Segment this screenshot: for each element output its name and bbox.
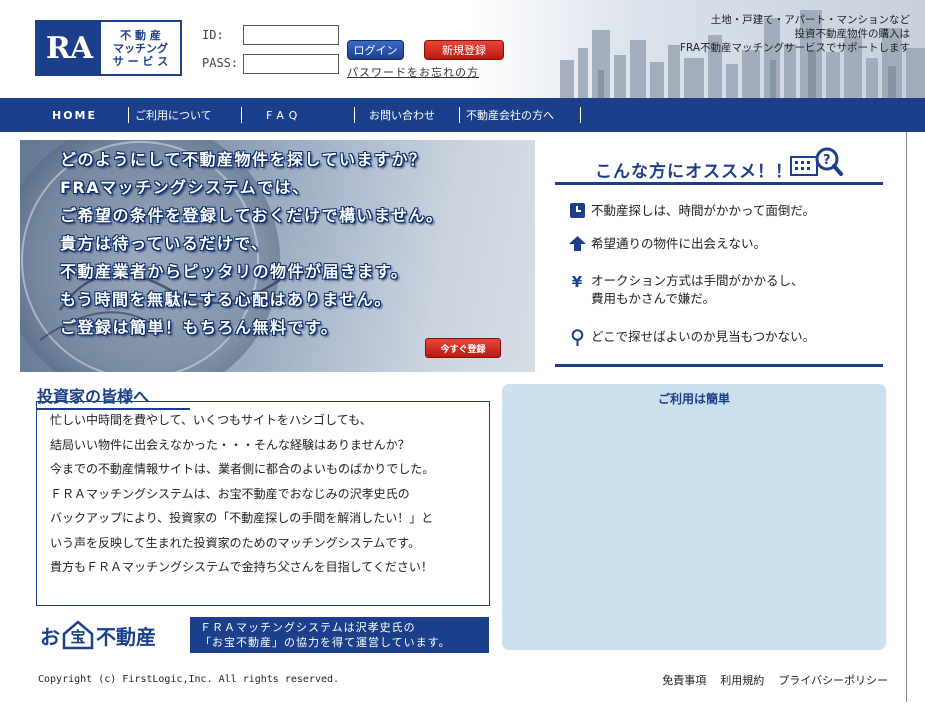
investor-message-line: 忙しい中時間を費やして、いくつもサイトをハシゴしても、 — [50, 413, 372, 427]
header-catchphrase: 土地・戸建て・アパート・マンションなど 投資不動産物件の購入は FRA不動産マッ… — [680, 13, 910, 55]
site-header: RA 不 動 産 マッチング サ ー ビ ス ID: PASS: ログイン 新規… — [0, 0, 925, 98]
hero-message-line: ご希望の条件を登録しておくだけで構いません。 — [60, 206, 444, 225]
hero-banner: どのようにして不動産物件を探していますか？ FRAマッチングシステムでは、 ご希… — [20, 140, 535, 372]
hero-message-line: ご登録は簡単！もちろん無料です。 — [60, 318, 339, 337]
recommend-item-text: 不動産探しは、時間がかかって面倒だ。 — [591, 203, 816, 218]
hero-message-line: どのようにして不動産物件を探していますか？ — [60, 150, 427, 169]
id-input[interactable] — [243, 25, 339, 45]
password-input[interactable] — [243, 54, 339, 74]
recommend-item: ¥ オークション方式は手間がかかるし、 費用もかさんで嫌だ。 — [567, 272, 804, 308]
logo-mark: RA — [37, 22, 101, 74]
recommend-item: 不動産探しは、時間がかかって面倒だ。 — [567, 202, 815, 220]
forgot-password-link[interactable]: パスワードをお忘れの方 — [347, 64, 479, 80]
catchphrase-line: FRA不動産マッチングサービスでサポートします — [679, 42, 910, 54]
map-pin-icon — [567, 328, 587, 346]
site-logo[interactable]: RA 不 動 産 マッチング サ ー ビ ス — [35, 20, 182, 76]
recommend-item: 希望通りの物件に出会えない。 — [567, 235, 766, 253]
nav-item-contact[interactable]: お問い合わせ — [361, 98, 453, 132]
recommend-section: こんな方にオススメ！！ ? 不動産探しは、時間がかかって面倒だ。 希望通りの物件… — [555, 140, 883, 372]
footer-link-privacy[interactable]: プライバシーポリシー — [778, 672, 888, 688]
nav-separator — [580, 107, 581, 123]
investor-message-line: バックアップにより、投資家の「不動産探しの手間を解消したい！」と — [50, 511, 434, 525]
logo-text: 不 動 産 マッチング サ ー ビ ス — [101, 22, 180, 74]
recommend-item-text-line: 費用もかさんで嫌だ。 — [591, 291, 716, 306]
nav-separator — [128, 107, 129, 123]
clock-icon — [567, 202, 587, 220]
investor-message-box: 忙しい中時間を費やして、いくつもサイトをハシゴしても、 結局いい物件に出会えなか… — [36, 401, 490, 606]
nav-separator — [354, 107, 355, 123]
nav-separator — [459, 107, 460, 123]
usage-title: ご利用は簡単 — [657, 392, 730, 406]
id-label: ID: — [202, 28, 224, 42]
hero-message: どのようにして不動産物件を探していますか？ FRAマッチングシステムでは、 ご希… — [60, 146, 444, 342]
logo-text-line: サ ー ビ ス — [112, 54, 169, 68]
investor-message-line: 結局いい物件に出会えなかった・・・そんな経験はありませんか？ — [50, 437, 410, 452]
page-right-border — [906, 132, 907, 702]
arrow-up-icon — [567, 235, 587, 253]
investor-message-line: 今までの不動産情報サイトは、業者側に都合のよいものばかりでした。 — [50, 462, 435, 476]
svg-text:?: ? — [823, 153, 831, 168]
recommend-item-text: オークション方式は手間がかかるし、 費用もかさんで嫌だ。 — [587, 272, 804, 308]
logo-text-line: マッチング — [113, 41, 168, 55]
recommend-item: どこで探せばよいのか見当もつかない。 — [567, 328, 815, 346]
logo-text-line: 不 動 産 — [120, 28, 161, 42]
nav-item-faq[interactable]: FAQ — [248, 98, 348, 132]
otakara-banner-line: 「お宝不動産」の協力を得て運営しています。 — [200, 636, 451, 649]
yen-icon: ¥ — [571, 273, 583, 291]
otakara-partner-banner: ＦＲＡマッチングシステムは沢孝史氏の 「お宝不動産」の協力を得て運営しています。 — [190, 617, 489, 653]
recommend-divider-top — [555, 182, 883, 185]
nav-item-home[interactable]: HOME — [52, 98, 122, 132]
global-nav: HOME ご利用について FAQ お問い合わせ 不動産会社の方へ — [0, 98, 925, 132]
building-search-icon: ? — [790, 147, 843, 176]
register-button[interactable]: 新規登録 — [424, 40, 504, 60]
nav-separator — [241, 107, 242, 123]
recommend-item-text-line: オークション方式は手間がかかるし、 — [591, 273, 804, 288]
hero-message-line: 貴方は待っているだけで、 — [60, 234, 269, 253]
password-label: PASS: — [202, 56, 239, 70]
investor-message-line: いう声を反映して生まれた投資家のためのマッチングシステムです。 — [50, 535, 421, 550]
copyright-text: Copyright (c) FirstLogic,Inc. All rights… — [38, 674, 340, 685]
otakara-banner-line: ＦＲＡマッチングシステムは沢孝史氏の — [200, 621, 416, 634]
hero-message-line: FRAマッチングシステムでは、 — [60, 178, 310, 197]
hero-message-line: 不動産業者からピッタリの物件が届きます。 — [60, 262, 409, 281]
nav-item-about[interactable]: ご利用について — [135, 98, 235, 132]
otakara-logo-prefix: お — [40, 624, 60, 649]
treasure-house-icon: 宝 — [62, 620, 94, 650]
investor-message-line: 貴方もＦＲＡマッチングシステムで金持ち父さんを目指してください！ — [50, 560, 433, 574]
otakara-logo-suffix: 不動産 — [96, 624, 156, 649]
register-now-button[interactable]: 今すぐ登録 — [425, 338, 501, 358]
recommend-title: こんな方にオススメ！！ — [595, 162, 793, 182]
nav-item-for-agencies[interactable]: 不動産会社の方へ — [466, 98, 574, 132]
hero-message-line: もう時間を無駄にする心配はありません。 — [60, 290, 392, 309]
recommend-item-text: 希望通りの物件に出会えない。 — [591, 236, 767, 251]
investor-message-line: ＦＲＡマッチングシステムは、お宝不動産でおなじみの沢孝史氏の — [50, 486, 410, 501]
footer-link-terms[interactable]: 利用規約 — [720, 672, 764, 688]
footer-links: 免責事項 利用規約 プライバシーポリシー — [662, 672, 888, 688]
login-button[interactable]: ログイン — [347, 40, 404, 60]
recommend-item-text: どこで探せばよいのか見当もつかない。 — [591, 329, 816, 344]
catchphrase-line: 土地・戸建て・アパート・マンションなど — [710, 14, 910, 26]
otakara-logo[interactable]: お 宝 不動産 — [40, 620, 156, 650]
usage-panel: ご利用は簡単 — [502, 384, 886, 650]
recommend-divider-bottom — [555, 364, 883, 367]
catchphrase-line: 投資不動産物件の購入は — [794, 28, 911, 40]
footer-link-disclaimer[interactable]: 免責事項 — [662, 672, 706, 688]
otakara-logo-mark: 宝 — [70, 628, 86, 646]
